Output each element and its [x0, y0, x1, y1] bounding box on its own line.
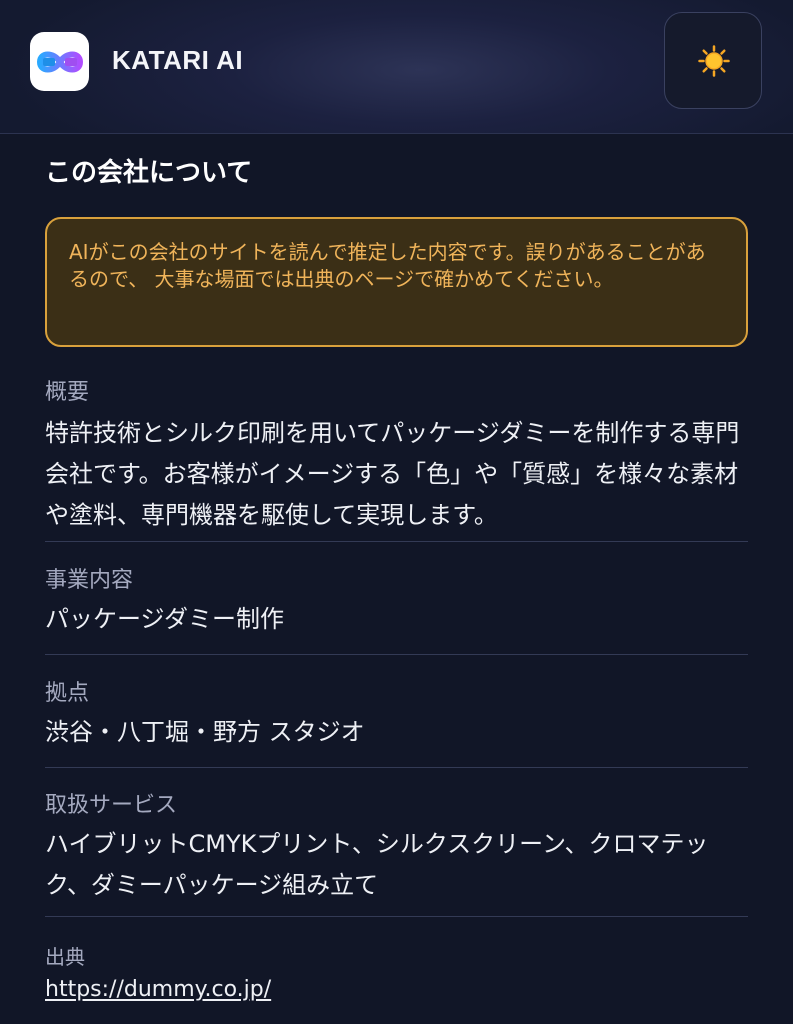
section-title: この会社について [45, 158, 253, 188]
overview-label: 概要 [45, 380, 90, 405]
app-title: KATARI AI [112, 45, 244, 75]
divider [45, 541, 748, 542]
theme-toggle-button[interactable] [664, 12, 762, 109]
infinity-logo-icon [36, 51, 84, 73]
overview-value: 特許技術とシルク印刷を用いてパッケージダミーを制作する専門会社です。お客様がイメ… [45, 419, 740, 529]
locations-label: 拠点 [45, 681, 90, 706]
services-label: 取扱サービス [45, 793, 178, 818]
app-header: KATARI AI [0, 0, 793, 134]
divider [45, 916, 748, 917]
divider [45, 767, 748, 768]
app-logo [30, 32, 89, 91]
sun-icon [698, 45, 730, 77]
source-label: 出典 [45, 945, 85, 969]
business-value: パッケージダミー制作 [45, 605, 285, 633]
divider [45, 654, 748, 655]
locations-value: 渋谷・八丁堀・野方 スタジオ [45, 718, 365, 746]
business-label: 事業内容 [45, 568, 134, 593]
source-link[interactable]: https://dummy.co.jp/ [45, 977, 271, 1002]
services-value: ハイブリットCMYKプリント、シルクスクリーン、クロマテック、ダミーパッケージ組… [45, 830, 709, 899]
ai-disclaimer-notice: AIがこの会社のサイトを読んで推定した内容です。誤りがあることがあるので、 大事… [45, 217, 748, 347]
